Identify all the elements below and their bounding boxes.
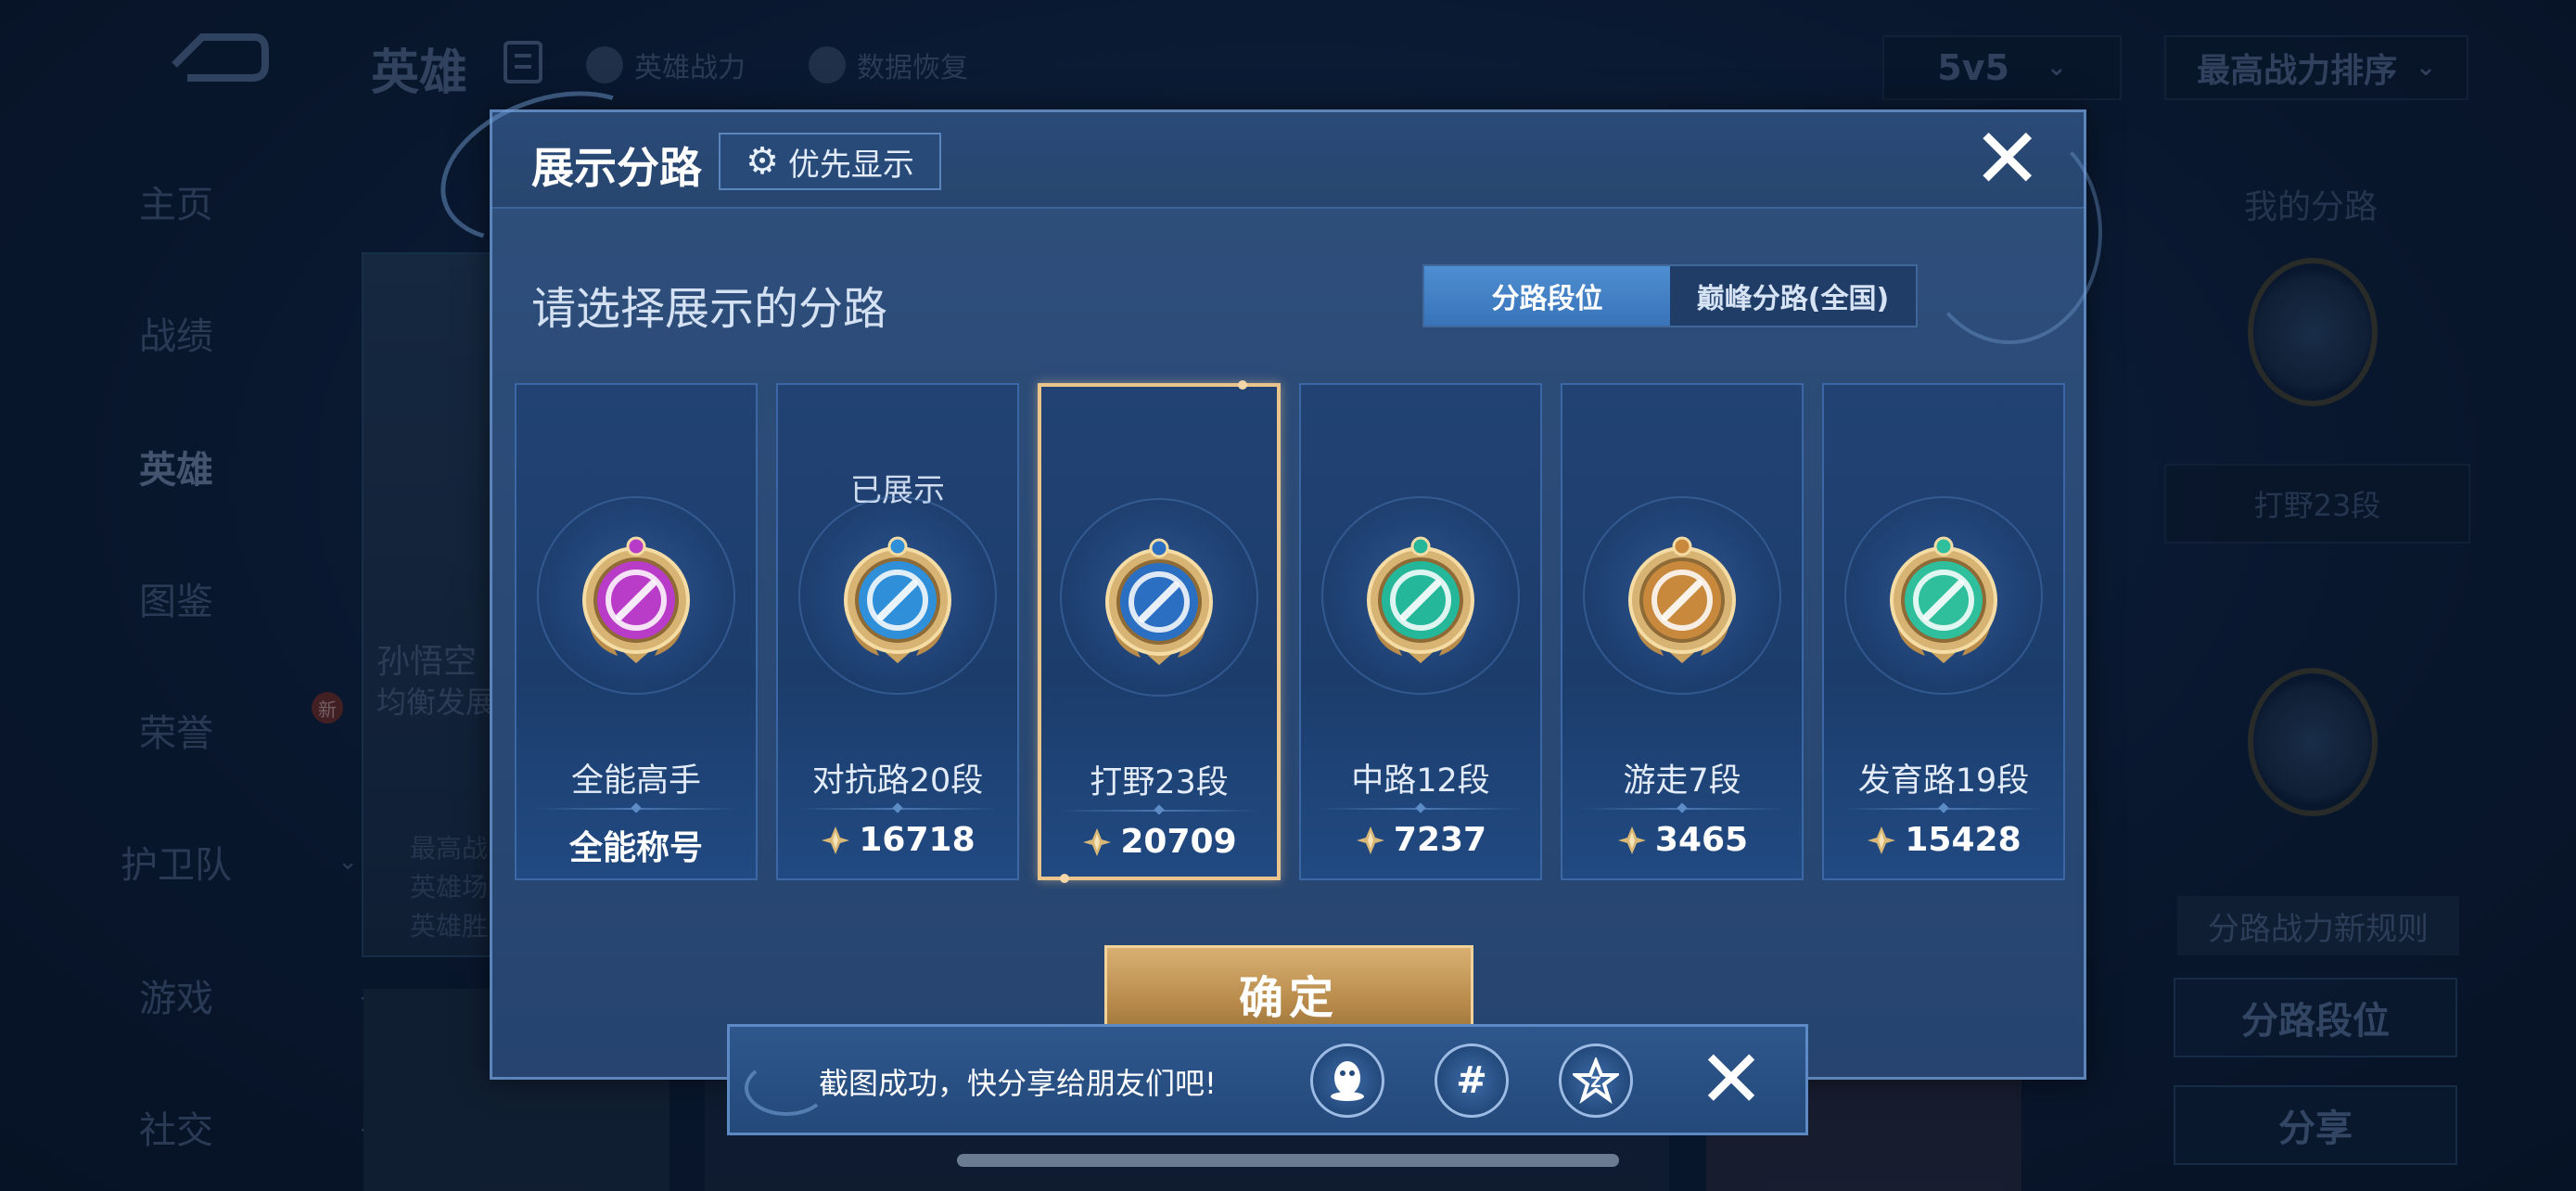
card-lane-label: 全能高手 [570, 762, 701, 800]
card-divider [795, 808, 1001, 810]
display-lane-modal: 展示分路 ⚙ 优先显示 ✕ 请选择展示的分路 分路段位 巅峰分路(全国) 全能高… [419, 63, 2102, 1080]
close-icon[interactable]: ✕ [1972, 118, 2042, 201]
card-power-value: 全能称号 [516, 821, 756, 869]
swirl-ornament [745, 1060, 828, 1116]
card-lane-label: 发育路19段 [1857, 762, 2030, 800]
roam-emblem-icon [1628, 536, 1736, 663]
card-divider [1058, 810, 1260, 812]
power-icon [822, 826, 850, 854]
mid-lane-emblem-icon [1367, 536, 1474, 663]
card-power-value: 3465 [1562, 821, 1802, 859]
rank-type-toggle: 分路段位 巅峰分路(全国) [1422, 264, 1918, 327]
lane-card[interactable]: 打野23段 20709 [1038, 380, 1281, 883]
modal-title: 展示分路 [531, 143, 702, 193]
share-toast: 截图成功，快分享给朋友们吧! # Z ✕ [727, 1024, 1808, 1135]
card-power-number: 全能称号 [568, 829, 703, 867]
card-power-number: 15428 [1905, 821, 2021, 859]
card-power-number: 20709 [1120, 823, 1237, 861]
toast-message: 截图成功，快分享给朋友们吧! [819, 1066, 1217, 1101]
power-icon [1356, 826, 1384, 854]
close-icon[interactable]: ✕ [1694, 1040, 1768, 1120]
lane-card[interactable]: 已展示 对抗路20段 16718 [776, 383, 1019, 880]
lane-card[interactable]: 游走7段 3465 [1561, 383, 1804, 880]
moments-icon[interactable]: # [1435, 1044, 1509, 1118]
card-lane-label: 打野23段 [1090, 764, 1229, 801]
priority-display-button[interactable]: ⚙ 优先显示 [719, 133, 941, 190]
card-power-value: 16718 [778, 821, 1017, 859]
farm-lane-emblem-icon [1890, 536, 1997, 663]
clash-lane-emblem-icon [844, 536, 951, 663]
power-icon [1083, 827, 1112, 856]
all-round-emblem-icon [582, 536, 690, 663]
home-indicator[interactable] [957, 1154, 1619, 1167]
power-icon [1868, 826, 1896, 854]
qzone-icon[interactable]: Z [1559, 1044, 1633, 1118]
svg-text:Z: Z [1590, 1073, 1601, 1091]
card-power-value: 7237 [1301, 821, 1540, 859]
card-divider [1841, 808, 2047, 810]
card-power-value: 20709 [1041, 823, 1277, 861]
card-lane-label: 中路12段 [1351, 762, 1490, 800]
lane-card[interactable]: 中路12段 7237 [1299, 383, 1542, 880]
select-prompt: 请选择展示的分路 [531, 283, 888, 335]
card-divider [1318, 808, 1524, 810]
power-icon [1617, 826, 1646, 854]
jungle-emblem-icon [1105, 538, 1213, 665]
tab-peak-lane[interactable]: 巅峰分路(全国) [1670, 266, 1916, 326]
qq-icon[interactable] [1310, 1044, 1384, 1118]
card-divider [533, 808, 739, 810]
modal-header: 展示分路 ⚙ 优先显示 ✕ [419, 63, 2102, 344]
lane-card-list: 全能高手 全能称号 已展示 对抗路20段 16718 打野23段 20709 中路12段 723… [515, 380, 2067, 883]
card-power-number: 16718 [859, 821, 976, 859]
card-power-number: 3465 [1654, 821, 1749, 859]
card-power-number: 7237 [1393, 821, 1487, 859]
card-divider [1579, 808, 1785, 810]
card-lane-label: 游走7段 [1623, 762, 1741, 800]
priority-display-label: 优先显示 [787, 146, 914, 184]
selection-corner-dot [1060, 874, 1069, 883]
card-power-value: 15428 [1824, 821, 2063, 859]
lane-card[interactable]: 发育路19段 15428 [1822, 383, 2065, 880]
gear-icon: ⚙ [746, 140, 779, 183]
tab-lane-rank[interactable]: 分路段位 [1424, 266, 1670, 326]
lane-card[interactable]: 全能高手 全能称号 [515, 383, 758, 880]
card-lane-label: 对抗路20段 [811, 762, 984, 800]
selection-corner-dot [1238, 380, 1247, 390]
